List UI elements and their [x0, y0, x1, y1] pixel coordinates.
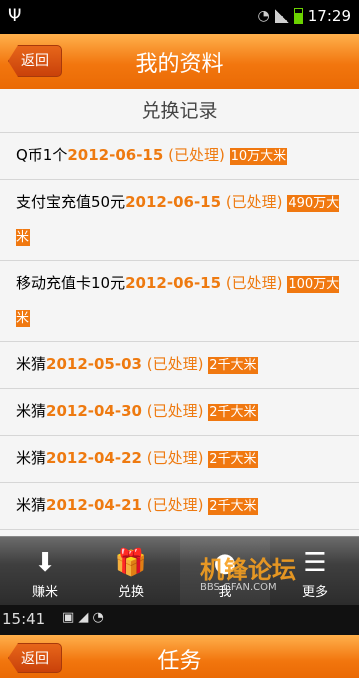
- record-name: 移动充值卡10元: [16, 274, 126, 292]
- section-title: 兑换记录: [0, 89, 359, 133]
- download-icon: ⬇: [34, 548, 56, 578]
- record-date: 2012-06-15: [125, 274, 222, 292]
- record-date: 2012-05-03: [46, 355, 142, 373]
- record-status: (已处理): [146, 449, 204, 467]
- list-item: 移动充值卡10元2012-06-15 (已处理) 100万大米: [0, 261, 359, 342]
- clock-secondary: 15:41: [2, 610, 46, 628]
- signal-icon: [274, 9, 289, 23]
- record-date: 2012-04-21: [46, 496, 142, 514]
- record-status: (已处理): [225, 274, 283, 292]
- list-item: 支付宝充值50元2012-06-15 (已处理) 490万大米: [0, 180, 359, 261]
- list-item: Q币1个2012-06-15 (已处理) 10万大米: [0, 133, 359, 180]
- wifi-icon: ◔: [257, 8, 270, 24]
- usb-icon: Ψ: [8, 6, 22, 26]
- record-prize: 10万大米: [229, 148, 288, 165]
- record-prize: 2千大米: [208, 357, 258, 374]
- record-date: 2012-04-22: [46, 449, 142, 467]
- page-title-secondary: 任务: [157, 649, 202, 674]
- record-prize: 2千大米: [208, 451, 258, 468]
- record-name: 米猜: [16, 496, 47, 514]
- status-icons: ◔ 17:29: [258, 7, 351, 25]
- record-prize: 2千大米: [208, 404, 258, 421]
- battery-icon: [293, 8, 303, 24]
- tab-bar: ⬇ 赚米 🎁 兑换 ● 我 ☰ 更多: [0, 536, 359, 606]
- clock: 17:29: [307, 7, 351, 25]
- watermark-logo: 机锋论坛 BBS.GFAN.COM: [200, 550, 296, 593]
- tab-exchange[interactable]: 🎁 兑换: [86, 537, 176, 606]
- list-item: 米猜2012-04-30 (已处理) 2千大米: [0, 389, 359, 436]
- tab-label: 赚米: [31, 585, 58, 600]
- list-item: 米猜2012-04-21 (已处理) 2千大米: [0, 483, 359, 530]
- exchange-records-panel: 兑换记录 Q币1个2012-06-15 (已处理) 10万大米 支付宝充值50元2…: [0, 89, 359, 536]
- gift-icon: 🎁: [114, 548, 148, 578]
- record-date: 2012-06-15: [125, 193, 222, 211]
- page-title: 我的资料: [135, 52, 224, 77]
- record-name: 米猜: [16, 449, 47, 467]
- header-bar-secondary: 返回 任务: [0, 635, 359, 678]
- record-list: Q币1个2012-06-15 (已处理) 10万大米 支付宝充值50元2012-0…: [0, 133, 359, 536]
- record-status: (已处理): [225, 193, 283, 211]
- watermark-text: 机锋论坛: [200, 556, 296, 584]
- status-icons-secondary: ▣ ◢ ◔: [62, 610, 104, 625]
- record-name: 支付宝充值50元: [16, 193, 126, 211]
- list-item: 米猜2012-05-03 (已处理) 2千大米: [0, 342, 359, 389]
- record-status: (已处理): [146, 402, 204, 420]
- record-name: Q币1个: [16, 146, 68, 164]
- record-status: (已处理): [168, 146, 225, 164]
- status-bar-secondary: 15:41 ▣ ◢ ◔: [0, 605, 359, 635]
- status-bar: Ψ ◔ 17:29: [0, 0, 359, 34]
- record-status: (已处理): [146, 496, 204, 514]
- record-date: 2012-04-30: [46, 402, 142, 420]
- tab-earn[interactable]: ⬇ 赚米: [0, 537, 90, 606]
- record-date: 2012-06-15: [67, 146, 164, 164]
- list-item: 米猜2012-04-22 (已处理) 2千大米: [0, 436, 359, 483]
- tab-label: 兑换: [117, 585, 144, 600]
- tab-label: 更多: [301, 585, 328, 600]
- record-name: 米猜: [16, 355, 47, 373]
- record-status: (已处理): [146, 355, 204, 373]
- record-name: 米猜: [16, 402, 47, 420]
- header-bar: 返回 我的资料: [0, 34, 359, 89]
- record-prize: 2千大米: [208, 498, 258, 515]
